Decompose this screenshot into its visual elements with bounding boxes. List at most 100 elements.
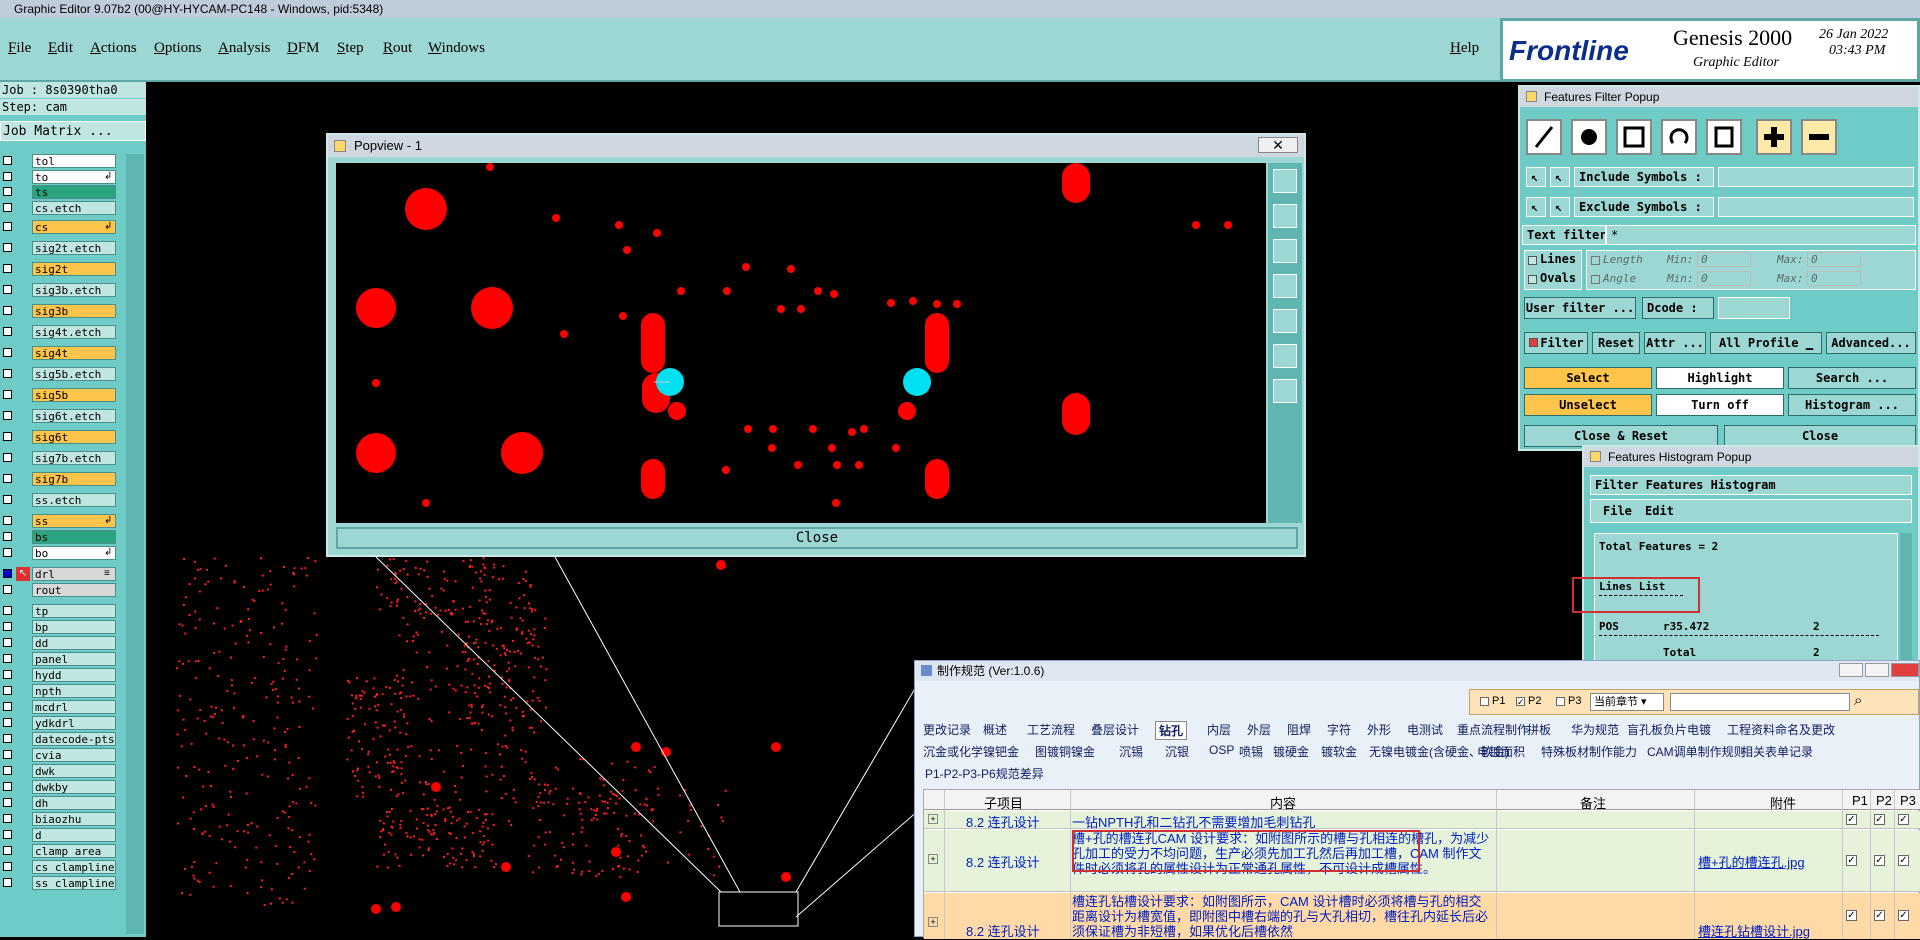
layer-row[interactable]: tp bbox=[0, 604, 120, 618]
menu-dfm[interactable]: DFM bbox=[287, 40, 320, 57]
layer-row[interactable]: cs_clampline bbox=[0, 860, 120, 874]
layer-row[interactable]: dh bbox=[0, 796, 120, 810]
layer-checkbox[interactable] bbox=[3, 516, 12, 525]
layer-row[interactable]: panel bbox=[0, 652, 120, 666]
layer-checkbox[interactable] bbox=[3, 798, 12, 807]
layer-checkbox[interactable] bbox=[3, 734, 12, 743]
close-icon[interactable]: ✕ bbox=[1258, 137, 1298, 153]
tab2-9[interactable]: 电镀面积 bbox=[1477, 743, 1525, 760]
tab2-11[interactable]: CAM调单制作规则 bbox=[1647, 743, 1746, 760]
zoom-out-icon[interactable] bbox=[1273, 239, 1297, 263]
row-attachment-link[interactable]: 槽连孔钻槽设计.jpg bbox=[1698, 921, 1810, 940]
all-profile-select[interactable]: All Profile ▁ bbox=[1710, 332, 1822, 354]
tab-7[interactable]: 阻焊 bbox=[1287, 721, 1311, 738]
length-max-input[interactable]: 0 bbox=[1807, 252, 1861, 267]
user-filter-button[interactable]: User filter ... bbox=[1524, 297, 1636, 319]
tab-13[interactable]: 华为规范 bbox=[1571, 721, 1619, 738]
layer-checkbox[interactable] bbox=[3, 548, 12, 557]
layer-checkbox[interactable] bbox=[3, 862, 12, 871]
tab2-6[interactable]: 镀硬金 bbox=[1273, 743, 1309, 760]
layer-checkbox[interactable] bbox=[3, 686, 12, 695]
menu-file[interactable]: File bbox=[8, 40, 31, 57]
job-matrix-button[interactable]: Job Matrix ... bbox=[0, 121, 146, 141]
row-checkbox[interactable]: ✓ bbox=[1846, 910, 1857, 921]
fit-window-icon[interactable] bbox=[1273, 344, 1297, 368]
tab-6[interactable]: 外层 bbox=[1247, 721, 1271, 738]
p3-checkbox[interactable] bbox=[1556, 697, 1565, 706]
close-reset-button[interactable]: Close & Reset bbox=[1524, 425, 1718, 447]
layer-row[interactable]: hydd bbox=[0, 668, 120, 682]
layer-checkbox[interactable] bbox=[3, 156, 12, 165]
plus-icon[interactable] bbox=[1756, 119, 1792, 155]
expand-icon[interactable]: + bbox=[928, 854, 938, 864]
layer-checkbox[interactable] bbox=[3, 830, 12, 839]
tab-0[interactable]: 更改记录 bbox=[923, 721, 971, 738]
popview-close-button[interactable]: Close bbox=[336, 527, 1298, 549]
p1-checkbox[interactable] bbox=[1480, 697, 1489, 706]
layer-checkbox[interactable] bbox=[3, 348, 12, 357]
tab-14[interactable]: 盲孔板负片电镀 bbox=[1627, 721, 1711, 738]
layer-checkbox[interactable] bbox=[3, 846, 12, 855]
layer-row[interactable]: sig3b.etch bbox=[0, 283, 120, 297]
layer-row[interactable]: sig5b bbox=[0, 388, 120, 402]
minus-icon[interactable] bbox=[1801, 119, 1837, 155]
menu-analysis[interactable]: Analysis bbox=[218, 40, 271, 57]
tab2-5[interactable]: 喷锡 bbox=[1239, 743, 1263, 760]
menu-edit[interactable]: Edit bbox=[48, 40, 73, 57]
layer-row[interactable]: to ↲ bbox=[0, 170, 120, 184]
include-arrow2-icon[interactable]: ↖ bbox=[1550, 167, 1570, 187]
layer-checkbox[interactable] bbox=[3, 654, 12, 663]
maximize-icon[interactable] bbox=[1865, 663, 1889, 677]
tab-12[interactable]: 拼板 bbox=[1527, 721, 1551, 738]
include-symbols-input[interactable] bbox=[1718, 167, 1914, 187]
tab2-4[interactable]: OSP bbox=[1209, 743, 1234, 757]
select-button[interactable]: Select bbox=[1524, 367, 1652, 389]
layer-row[interactable]: sig7b bbox=[0, 472, 120, 486]
exclude-arrow2-icon[interactable]: ↖ bbox=[1550, 197, 1570, 217]
board-view[interactable] bbox=[146, 557, 914, 937]
expand-icon[interactable]: + bbox=[928, 917, 938, 927]
filter-checkbox[interactable] bbox=[1529, 338, 1538, 347]
tab2-0[interactable]: 沉金或化学镍钯金 bbox=[923, 743, 1019, 760]
tab2-1[interactable]: 图镀铜镍金 bbox=[1035, 743, 1095, 760]
row-checkbox[interactable]: ✓ bbox=[1846, 855, 1857, 866]
layer-row[interactable]: sig5b.etch bbox=[0, 367, 120, 381]
move-icon[interactable] bbox=[1273, 379, 1297, 403]
row-checkbox[interactable]: ✓ bbox=[1898, 855, 1909, 866]
tab2-3[interactable]: 沉银 bbox=[1165, 743, 1189, 760]
tab-15[interactable]: 工程资料命名及更改 bbox=[1727, 721, 1835, 738]
layer-checkbox[interactable] bbox=[3, 670, 12, 679]
layer-row[interactable]: sig3b bbox=[0, 304, 120, 318]
layer-list-scrollbar[interactable] bbox=[126, 154, 144, 934]
layer-checkbox[interactable] bbox=[3, 172, 12, 181]
lines-checkbox[interactable] bbox=[1528, 256, 1537, 265]
layer-row[interactable]: sig4t.etch bbox=[0, 325, 120, 339]
histogram-button[interactable]: Histogram ... bbox=[1788, 394, 1916, 416]
filter-toggle[interactable]: Filter bbox=[1524, 332, 1588, 354]
layer-row[interactable]: d bbox=[0, 828, 120, 842]
layer-checkbox[interactable] bbox=[3, 453, 12, 462]
surface-tool-icon[interactable] bbox=[1616, 119, 1652, 155]
row-checkbox[interactable]: ✓ bbox=[1898, 814, 1909, 825]
layer-checkbox[interactable] bbox=[3, 264, 12, 273]
line-tool-icon[interactable] bbox=[1526, 119, 1562, 155]
turn-off-button[interactable]: Turn off bbox=[1656, 394, 1784, 416]
ovals-checkbox[interactable] bbox=[1528, 275, 1537, 284]
tab-5[interactable]: 内层 bbox=[1207, 721, 1231, 738]
length-checkbox[interactable] bbox=[1591, 256, 1600, 265]
popview-canvas[interactable] bbox=[336, 163, 1266, 523]
table-row[interactable]: + 8.2 连孔设计 一钻NPTH孔和二钻孔不需要增加毛刺钻孔 bbox=[924, 811, 1920, 830]
menu-windows[interactable]: Windows bbox=[428, 40, 485, 57]
highlight-button[interactable]: Highlight bbox=[1656, 367, 1784, 389]
tab-1[interactable]: 概述 bbox=[983, 721, 1007, 738]
layer-row[interactable]: dwkby bbox=[0, 780, 120, 794]
layer-checkbox[interactable] bbox=[3, 390, 12, 399]
minimize-icon[interactable] bbox=[1839, 663, 1863, 677]
layer-checkbox[interactable] bbox=[3, 638, 12, 647]
menu-actions[interactable]: Actions bbox=[90, 40, 137, 57]
row-checkbox[interactable]: ✓ bbox=[1874, 814, 1885, 825]
tab2-10[interactable]: 特殊板材制作能力 bbox=[1541, 743, 1637, 760]
zoom-in-icon[interactable] bbox=[1273, 204, 1297, 228]
histogram-scrollbar[interactable] bbox=[1900, 533, 1912, 667]
layer-row[interactable]: ydkdrl bbox=[0, 716, 120, 730]
